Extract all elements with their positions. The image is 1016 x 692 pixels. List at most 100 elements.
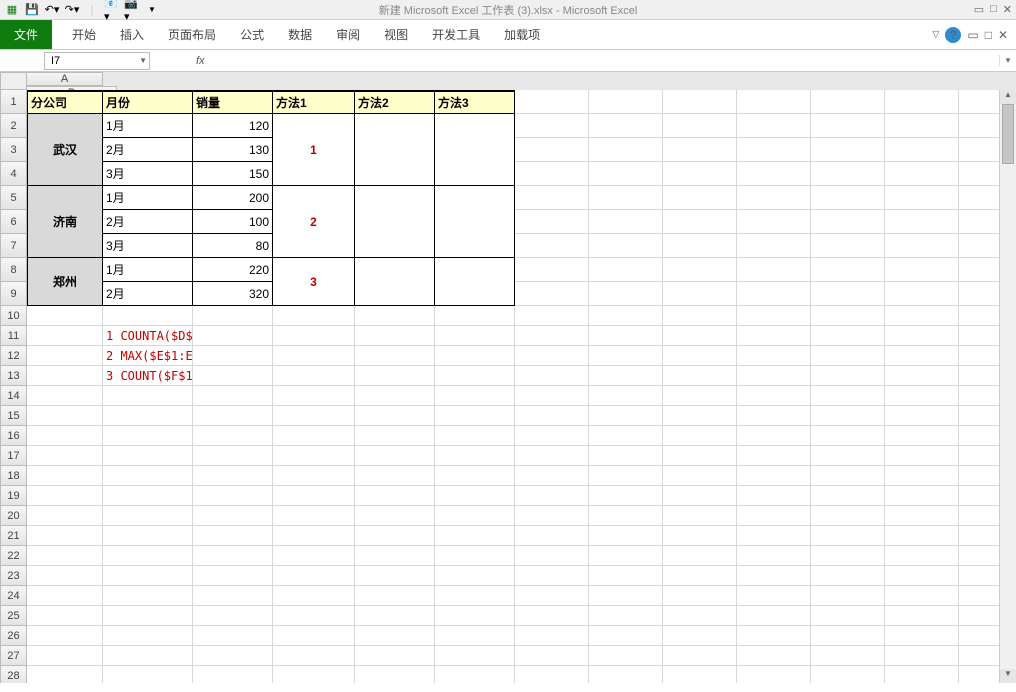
cell-I16[interactable] <box>663 426 737 446</box>
cell-C15[interactable] <box>193 406 273 426</box>
cell-J3[interactable] <box>737 138 811 162</box>
cell-D16[interactable] <box>273 426 355 446</box>
cell-E18[interactable] <box>355 466 435 486</box>
cell-H20[interactable] <box>589 506 663 526</box>
cell-L18[interactable] <box>885 466 959 486</box>
cell-B13[interactable]: 3 COUNT($F$1:F1)+1 <box>103 366 193 386</box>
cell-A11[interactable] <box>27 326 103 346</box>
cell-F14[interactable] <box>435 386 515 406</box>
cell-D24[interactable] <box>273 586 355 606</box>
row-header-4[interactable]: 4 <box>0 162 27 186</box>
row-header-16[interactable]: 16 <box>0 426 27 446</box>
cell-G7[interactable] <box>515 234 589 258</box>
cell-H24[interactable] <box>589 586 663 606</box>
cell-B11[interactable]: 1 COUNTA($D$1:D1) <box>103 326 193 346</box>
row-header-25[interactable]: 25 <box>0 606 27 626</box>
cell-I28[interactable] <box>663 666 737 683</box>
cell-C4[interactable]: 150 <box>193 162 273 186</box>
cell-B24[interactable] <box>103 586 193 606</box>
cell-L5[interactable] <box>885 186 959 210</box>
cell-K16[interactable] <box>811 426 885 446</box>
maximize-button[interactable]: □ <box>990 3 997 16</box>
cell-E11[interactable] <box>355 326 435 346</box>
cell-K24[interactable] <box>811 586 885 606</box>
cell-A23[interactable] <box>27 566 103 586</box>
cell-G2[interactable] <box>515 114 589 138</box>
method1-value-2[interactable]: 3 <box>273 258 355 306</box>
cell-B9[interactable]: 2月 <box>103 282 193 306</box>
cell-G18[interactable] <box>515 466 589 486</box>
cell-G8[interactable] <box>515 258 589 282</box>
cell-G24[interactable] <box>515 586 589 606</box>
close-button[interactable]: ✕ <box>1003 3 1012 16</box>
cell-K13[interactable] <box>811 366 885 386</box>
cell-B26[interactable] <box>103 626 193 646</box>
row-header-15[interactable]: 15 <box>0 406 27 426</box>
cell-G13[interactable] <box>515 366 589 386</box>
cell-B10[interactable] <box>103 306 193 326</box>
cell-A14[interactable] <box>27 386 103 406</box>
merged-company-1[interactable]: 济南 <box>27 186 103 258</box>
row-header-14[interactable]: 14 <box>0 386 27 406</box>
cell-K14[interactable] <box>811 386 885 406</box>
cell-L7[interactable] <box>885 234 959 258</box>
cell-I18[interactable] <box>663 466 737 486</box>
cell-K12[interactable] <box>811 346 885 366</box>
cell-B7[interactable]: 3月 <box>103 234 193 258</box>
cell-K20[interactable] <box>811 506 885 526</box>
cell-G10[interactable] <box>515 306 589 326</box>
cell-I8[interactable] <box>663 258 737 282</box>
cell-C23[interactable] <box>193 566 273 586</box>
cell-C28[interactable] <box>193 666 273 683</box>
cell-K23[interactable] <box>811 566 885 586</box>
cell-A15[interactable] <box>27 406 103 426</box>
cell-A19[interactable] <box>27 486 103 506</box>
cell-F1[interactable]: 方法3 <box>435 90 515 114</box>
spreadsheet-grid[interactable]: ABCDEFGHIJKLM 1分公司月份销量方法1方法2方法321月12032月… <box>0 72 1016 683</box>
cell-E27[interactable] <box>355 646 435 666</box>
cell-G6[interactable] <box>515 210 589 234</box>
cell-A21[interactable] <box>27 526 103 546</box>
row-header-12[interactable]: 12 <box>0 346 27 366</box>
cell-L22[interactable] <box>885 546 959 566</box>
help-icon[interactable]: ? <box>945 27 961 43</box>
cell-E19[interactable] <box>355 486 435 506</box>
cell-E16[interactable] <box>355 426 435 446</box>
cell-B25[interactable] <box>103 606 193 626</box>
redo-icon[interactable]: ↷▾ <box>64 2 80 18</box>
cell-D23[interactable] <box>273 566 355 586</box>
tab-2[interactable]: 页面布局 <box>156 23 228 47</box>
cell-C9[interactable]: 320 <box>193 282 273 306</box>
cell-A24[interactable] <box>27 586 103 606</box>
cell-L28[interactable] <box>885 666 959 683</box>
cell-C13[interactable] <box>193 366 273 386</box>
cell-H15[interactable] <box>589 406 663 426</box>
cell-L24[interactable] <box>885 586 959 606</box>
row-header-8[interactable]: 8 <box>0 258 27 282</box>
method2-cell-1[interactable] <box>355 186 435 258</box>
cell-H18[interactable] <box>589 466 663 486</box>
cell-G23[interactable] <box>515 566 589 586</box>
cell-K22[interactable] <box>811 546 885 566</box>
row-header-5[interactable]: 5 <box>0 186 27 210</box>
cell-F21[interactable] <box>435 526 515 546</box>
cell-J14[interactable] <box>737 386 811 406</box>
cell-D12[interactable] <box>273 346 355 366</box>
cell-E1[interactable]: 方法2 <box>355 90 435 114</box>
name-box-dropdown-icon[interactable]: ▼ <box>139 56 147 65</box>
cell-F23[interactable] <box>435 566 515 586</box>
cell-A20[interactable] <box>27 506 103 526</box>
cell-J2[interactable] <box>737 114 811 138</box>
cell-B18[interactable] <box>103 466 193 486</box>
cell-D26[interactable] <box>273 626 355 646</box>
cell-L16[interactable] <box>885 426 959 446</box>
method2-cell-2[interactable] <box>355 258 435 306</box>
scroll-down-icon[interactable]: ▼ <box>1000 669 1016 683</box>
cell-J11[interactable] <box>737 326 811 346</box>
scroll-thumb[interactable] <box>1002 104 1014 164</box>
cell-K21[interactable] <box>811 526 885 546</box>
cell-E13[interactable] <box>355 366 435 386</box>
cell-K5[interactable] <box>811 186 885 210</box>
cell-A18[interactable] <box>27 466 103 486</box>
row-header-10[interactable]: 10 <box>0 306 27 326</box>
